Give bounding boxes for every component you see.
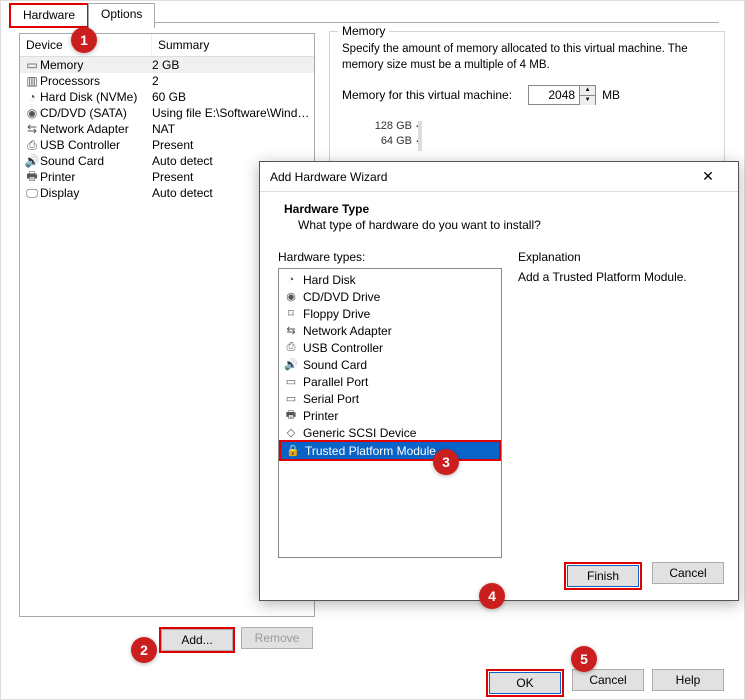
hw-type-label: Printer: [303, 409, 338, 423]
hw-type-label: Hard Disk: [303, 273, 356, 287]
hw-type-icon: ▭: [283, 375, 299, 388]
memory-desc: Specify the amount of memory allocated t…: [342, 42, 712, 73]
device-icon: ▭: [24, 58, 40, 72]
dialog-title: Add Hardware Wizard: [270, 170, 387, 184]
device-col-summary[interactable]: Summary: [152, 34, 314, 56]
hw-type-icon: ◉: [283, 290, 299, 303]
hw-type-icon: 🔒: [285, 444, 301, 457]
device-name: Printer: [40, 170, 152, 184]
mem-scale-128: 128 GB: [366, 119, 412, 134]
device-name: Network Adapter: [40, 122, 152, 136]
hw-type-label: Parallel Port: [303, 375, 368, 389]
hardware-type-item[interactable]: ⎙ USB Controller: [279, 339, 501, 356]
finish-button[interactable]: Finish: [567, 565, 639, 587]
memory-slider-track[interactable]: [418, 121, 422, 151]
hw-type-label: Network Adapter: [303, 324, 392, 338]
memory-step-up[interactable]: ▲: [580, 86, 595, 95]
memory-unit: MB: [602, 88, 620, 102]
hw-type-label: Floppy Drive: [303, 307, 370, 321]
memory-group: Memory Specify the amount of memory allo…: [329, 31, 725, 177]
callout-4: 4: [479, 583, 505, 609]
add-button[interactable]: Add...: [161, 629, 233, 651]
hw-type-label: Trusted Platform Module: [305, 444, 436, 458]
hardware-type-item[interactable]: ▭ Parallel Port: [279, 373, 501, 390]
hardware-type-item[interactable]: 🔒 Trusted Platform Module: [281, 442, 499, 459]
hardware-type-item[interactable]: 🔊 Sound Card: [279, 356, 501, 373]
hw-type-label: USB Controller: [303, 341, 383, 355]
hardware-types-list[interactable]: ◔ Hard Disk ◉ CD/DVD Drive ⌑ Floppy Drive ⇆ Net…: [278, 268, 502, 558]
hardware-type-item[interactable]: ◔ Hard Disk: [279, 271, 501, 288]
device-row[interactable]: ⇆Network AdapterNAT: [20, 121, 314, 137]
device-summary: Present: [152, 138, 314, 152]
mem-scale-64: 64 GB: [366, 134, 412, 149]
dialog-heading: Hardware Type: [284, 202, 369, 216]
hardware-type-item[interactable]: ▭ Serial Port: [279, 390, 501, 407]
tab-hardware[interactable]: Hardware: [9, 3, 89, 28]
explanation-text: Add a Trusted Platform Module.: [518, 270, 720, 284]
hw-type-label: CD/DVD Drive: [303, 290, 380, 304]
memory-stepper[interactable]: ▲ ▼: [580, 85, 596, 105]
hardware-type-item[interactable]: ◉ CD/DVD Drive: [279, 288, 501, 305]
device-row[interactable]: ◔Hard Disk (NVMe)60 GB: [20, 89, 314, 105]
hw-type-label: Serial Port: [303, 392, 359, 406]
device-summary: 2: [152, 74, 314, 88]
dialog-subheading: What type of hardware do you want to ins…: [284, 216, 714, 232]
device-icon: 🖶: [24, 170, 40, 184]
device-name: Sound Card: [40, 154, 152, 168]
device-icon: ◉: [24, 106, 40, 120]
hw-type-label: Sound Card: [303, 358, 367, 372]
help-button[interactable]: Help: [652, 669, 724, 691]
device-summary: NAT: [152, 122, 314, 136]
device-summary: 2 GB: [152, 58, 314, 72]
hw-type-label: Generic SCSI Device: [303, 426, 416, 440]
hardware-type-item[interactable]: ⇆ Network Adapter: [279, 322, 501, 339]
hw-type-icon: 🔊: [283, 358, 299, 371]
tab-options[interactable]: Options: [88, 3, 155, 28]
memory-legend: Memory: [338, 24, 389, 38]
close-icon[interactable]: ✕: [688, 165, 728, 189]
hardware-type-item[interactable]: 🖶 Printer: [279, 407, 501, 424]
hardware-types-label: Hardware types:: [278, 250, 502, 264]
memory-input[interactable]: [528, 85, 580, 105]
hw-type-icon: ◇: [283, 426, 299, 439]
device-icon: 🖵: [24, 186, 40, 200]
device-icon: ◔: [24, 90, 40, 104]
callout-5: 5: [571, 646, 597, 672]
memory-label: Memory for this virtual machine:: [342, 88, 512, 102]
callout-3: 3: [433, 449, 459, 475]
device-name: Processors: [40, 74, 152, 88]
device-row[interactable]: ▭Memory2 GB: [20, 57, 314, 73]
device-name: Display: [40, 186, 152, 200]
device-icon: ⎙: [24, 138, 40, 152]
hw-type-icon: ◔: [283, 274, 299, 286]
device-summary: Using file E:\Software\Windo...: [152, 106, 314, 120]
device-name: USB Controller: [40, 138, 152, 152]
hw-type-icon: ⌑: [283, 307, 299, 320]
hw-type-icon: ⎙: [283, 341, 299, 354]
device-row[interactable]: ⎙USB ControllerPresent: [20, 137, 314, 153]
device-header: Device Summary: [20, 34, 314, 57]
device-summary: 60 GB: [152, 90, 314, 104]
hw-type-icon: ⇆: [283, 324, 299, 337]
device-name: Memory: [40, 58, 152, 72]
device-row[interactable]: ◉CD/DVD (SATA)Using file E:\Software\Win…: [20, 105, 314, 121]
device-name: CD/DVD (SATA): [40, 106, 152, 120]
memory-step-down[interactable]: ▼: [580, 95, 595, 105]
ok-button[interactable]: OK: [489, 672, 561, 694]
device-icon: ⇆: [24, 122, 40, 136]
device-icon: ▥: [24, 74, 40, 88]
cancel-button[interactable]: Cancel: [572, 669, 644, 691]
device-row[interactable]: ▥Processors2: [20, 73, 314, 89]
hw-type-icon: 🖶: [283, 406, 299, 425]
remove-button: Remove: [241, 627, 313, 649]
hardware-type-item[interactable]: ◇ Generic SCSI Device: [279, 424, 501, 441]
hardware-type-item[interactable]: ⌑ Floppy Drive: [279, 305, 501, 322]
callout-1: 1: [71, 27, 97, 53]
add-hardware-wizard-dialog: Add Hardware Wizard ✕ Hardware Type What…: [259, 161, 739, 601]
callout-2: 2: [131, 637, 157, 663]
explanation-label: Explanation: [518, 250, 720, 264]
hw-type-icon: ▭: [283, 392, 299, 405]
dialog-cancel-button[interactable]: Cancel: [652, 562, 724, 584]
device-name: Hard Disk (NVMe): [40, 90, 152, 104]
